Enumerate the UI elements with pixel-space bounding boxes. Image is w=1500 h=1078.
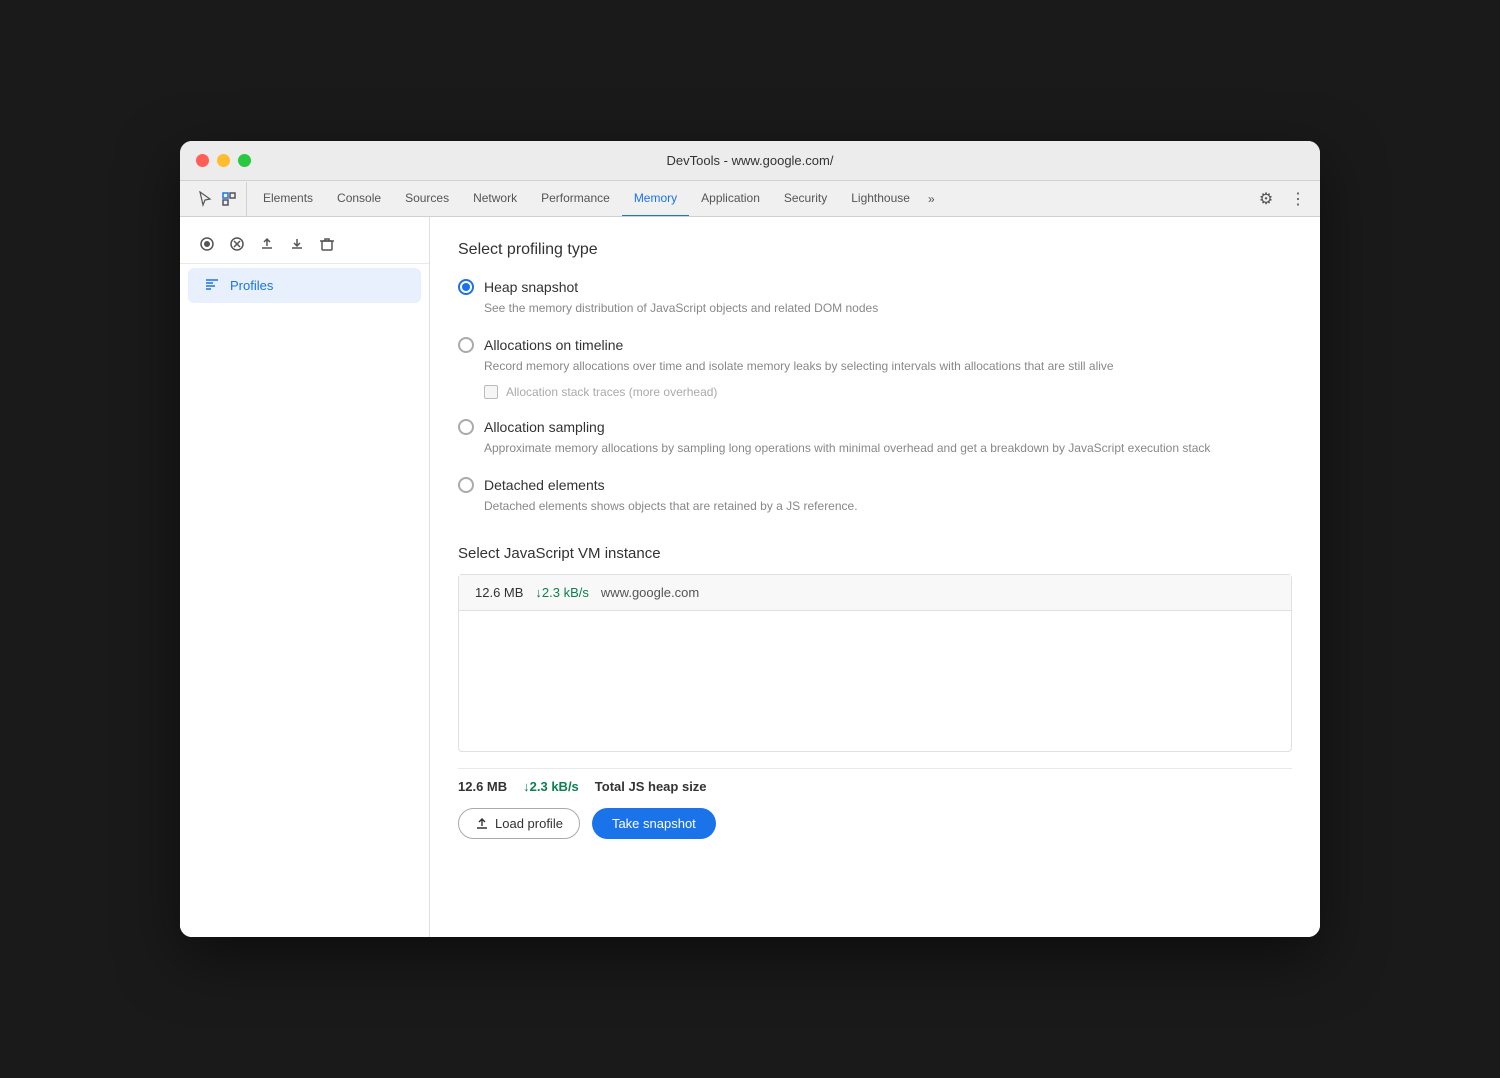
content-area: Profiles Select profiling type Heap snap… <box>180 217 1320 937</box>
profiling-options: Heap snapshot See the memory distributio… <box>458 279 1292 515</box>
option-allocations-header[interactable]: Allocations on timeline <box>458 337 1292 353</box>
cursor-icon[interactable] <box>196 190 214 208</box>
option-allocation-sampling: Allocation sampling Approximate memory a… <box>458 419 1292 457</box>
option-detached-header[interactable]: Detached elements <box>458 477 1292 493</box>
window-title: DevTools - www.google.com/ <box>667 153 834 168</box>
vm-rate-value: 2.3 kB/s <box>542 585 589 600</box>
tab-security[interactable]: Security <box>772 181 839 216</box>
tab-console[interactable]: Console <box>325 181 393 216</box>
option-detached-elements: Detached elements Detached elements show… <box>458 477 1292 515</box>
vm-section-title: Select JavaScript VM instance <box>458 545 1292 562</box>
load-profile-label: Load profile <box>495 816 563 831</box>
sidebar-item-label: Profiles <box>230 278 273 293</box>
upload-icon[interactable] <box>256 233 278 255</box>
settings-icon[interactable]: ⚙ <box>1252 185 1280 213</box>
inspector-icon[interactable] <box>220 190 238 208</box>
main-panel: Select profiling type Heap snapshot See … <box>430 217 1320 937</box>
more-options-icon[interactable]: ⋮ <box>1284 185 1312 213</box>
sidebar-item-profiles[interactable]: Profiles <box>188 268 421 303</box>
allocation-sampling-desc: Approximate memory allocations by sampli… <box>458 439 1292 457</box>
allocation-stack-traces-label: Allocation stack traces (more overhead) <box>506 385 717 399</box>
status-rate: ↓2.3 kB/s <box>523 779 579 794</box>
titlebar: DevTools - www.google.com/ <box>180 141 1320 181</box>
take-snapshot-button[interactable]: Take snapshot <box>592 808 716 839</box>
detached-elements-label[interactable]: Detached elements <box>484 477 605 493</box>
download-icon[interactable] <box>286 233 308 255</box>
upload-btn-icon <box>475 817 489 831</box>
tabs-container: Elements Console Sources Network Perform… <box>251 181 1244 216</box>
heap-snapshot-label[interactable]: Heap snapshot <box>484 279 578 295</box>
allocation-sampling-label[interactable]: Allocation sampling <box>484 419 605 435</box>
tab-lighthouse[interactable]: Lighthouse <box>839 181 922 216</box>
heap-snapshot-desc: See the memory distribution of JavaScrip… <box>458 299 1292 317</box>
vm-memory: 12.6 MB <box>475 585 523 600</box>
tab-sources[interactable]: Sources <box>393 181 461 216</box>
action-buttons: Load profile Take snapshot <box>458 804 1292 843</box>
stop-icon[interactable] <box>226 233 248 255</box>
tab-memory[interactable]: Memory <box>622 181 689 216</box>
tab-network[interactable]: Network <box>461 181 529 216</box>
allocations-timeline-label[interactable]: Allocations on timeline <box>484 337 623 353</box>
allocations-timeline-desc: Record memory allocations over time and … <box>458 357 1292 375</box>
detached-elements-desc: Detached elements shows objects that are… <box>458 497 1292 515</box>
record-icon[interactable] <box>196 233 218 255</box>
traffic-lights <box>196 154 251 167</box>
radio-heap-snapshot[interactable] <box>458 279 474 295</box>
vm-instance-row[interactable]: 12.6 MB ↓2.3 kB/s www.google.com <box>459 575 1291 611</box>
take-snapshot-label: Take snapshot <box>612 816 696 831</box>
close-button[interactable] <box>196 154 209 167</box>
option-heap-snapshot-header[interactable]: Heap snapshot <box>458 279 1292 295</box>
load-profile-button[interactable]: Load profile <box>458 808 580 839</box>
radio-allocation-sampling[interactable] <box>458 419 474 435</box>
maximize-button[interactable] <box>238 154 251 167</box>
option-sampling-header[interactable]: Allocation sampling <box>458 419 1292 435</box>
minimize-button[interactable] <box>217 154 230 167</box>
option-allocations-timeline: Allocations on timeline Record memory al… <box>458 337 1292 399</box>
tab-icons <box>188 182 247 216</box>
tab-performance[interactable]: Performance <box>529 181 622 216</box>
option-heap-snapshot: Heap snapshot See the memory distributio… <box>458 279 1292 317</box>
vm-empty-area <box>459 611 1291 751</box>
status-memory: 12.6 MB <box>458 779 507 794</box>
toolbar-actions: ⚙ ⋮ <box>1244 185 1312 213</box>
allocation-stack-traces-row: Allocation stack traces (more overhead) <box>458 385 1292 399</box>
vm-instance-list: 12.6 MB ↓2.3 kB/s www.google.com <box>458 574 1292 752</box>
tab-elements[interactable]: Elements <box>251 181 325 216</box>
profiling-section-title: Select profiling type <box>458 241 1292 259</box>
allocation-stack-traces-checkbox[interactable] <box>484 385 498 399</box>
radio-allocations-timeline[interactable] <box>458 337 474 353</box>
status-bar: 12.6 MB ↓2.3 kB/s Total JS heap size <box>458 768 1292 804</box>
vm-name: www.google.com <box>601 585 699 600</box>
more-tabs-button[interactable]: » <box>922 184 941 214</box>
status-label: Total JS heap size <box>595 779 707 794</box>
devtools-window: DevTools - www.google.com/ Elements Cons… <box>180 141 1320 937</box>
sidebar-icon-bar <box>180 225 429 264</box>
tab-application[interactable]: Application <box>689 181 772 216</box>
clear-icon[interactable] <box>316 233 338 255</box>
vm-rate: ↓2.3 kB/s <box>535 585 588 600</box>
sidebar: Profiles <box>180 217 430 937</box>
radio-detached-elements[interactable] <box>458 477 474 493</box>
profiles-icon <box>204 276 220 295</box>
toolbar: Elements Console Sources Network Perform… <box>180 181 1320 217</box>
